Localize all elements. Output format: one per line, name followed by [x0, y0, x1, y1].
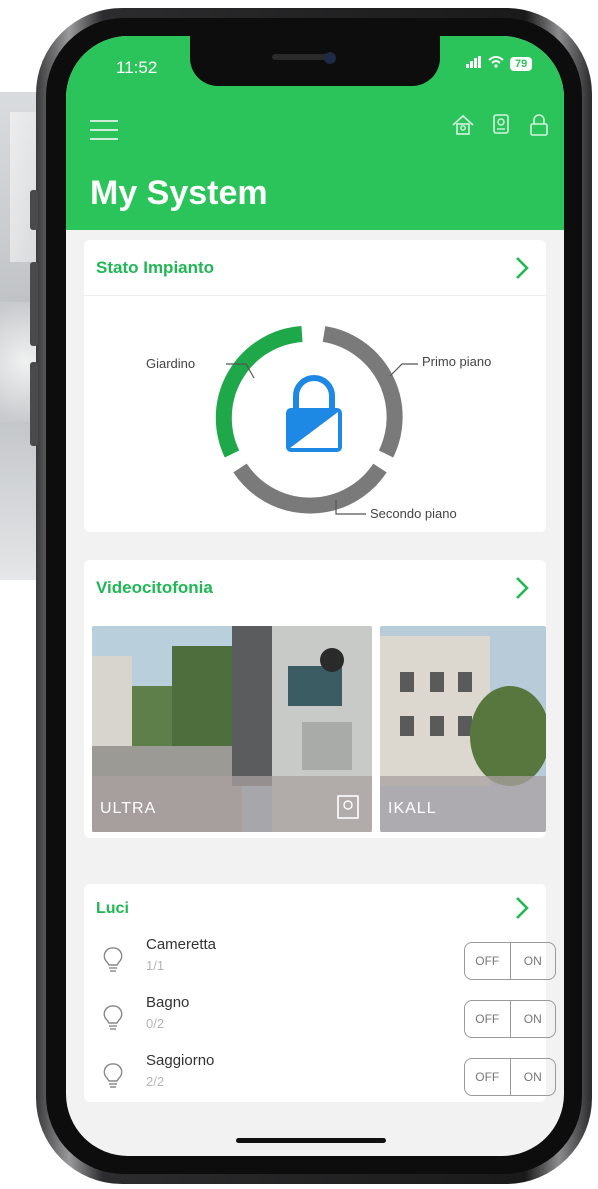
on-button[interactable]: ON — [511, 943, 556, 979]
intercom-icon[interactable] — [488, 112, 514, 138]
house-alarm-icon[interactable] — [450, 112, 476, 138]
light-row-bagno: Bagno 0/2 OFF ON — [84, 990, 556, 1048]
padlock-icon — [286, 375, 342, 452]
videocitofonia-card: Videocitofonia ULTRA IKALL — [84, 560, 546, 838]
lightbulb-icon — [103, 1063, 123, 1088]
light-room-count: 1/1 — [146, 958, 165, 973]
zone-label-secondo-piano: Secondo piano — [370, 506, 457, 521]
luci-header[interactable]: Luci — [84, 884, 546, 930]
phone-speaker — [272, 54, 332, 60]
alarm-status-diagram: Giardino Primo piano Secondo piano — [84, 296, 546, 530]
zone-label-giardino: Giardino — [146, 356, 196, 371]
chevron-right-icon[interactable] — [510, 254, 534, 282]
light-room-name: Saggiorno — [146, 1052, 215, 1069]
light-room-name: Bagno — [146, 994, 190, 1011]
light-room-count: 0/2 — [146, 1016, 165, 1031]
chevron-right-icon[interactable] — [510, 894, 534, 922]
light-room-name: Cameretta — [146, 936, 217, 953]
light-toggle-cameretta: OFF ON — [464, 942, 556, 980]
signal-icon — [466, 56, 482, 71]
luci-card: Luci Cameretta 1/1 OFF ON Bagno 0/2 OFF … — [84, 884, 556, 1102]
stato-impianto-title: Stato Impianto — [96, 258, 215, 277]
light-toggle-saggiorno: OFF ON — [464, 1058, 556, 1096]
stato-impianto-header[interactable]: Stato Impianto — [84, 240, 546, 296]
header-actions — [450, 112, 552, 138]
lightbulb-icon — [103, 1005, 123, 1030]
light-row-saggiorno: Saggiorno 2/2 OFF ON — [84, 1048, 556, 1106]
light-room-count: 2/2 — [146, 1074, 165, 1089]
phone-volume-down-button — [30, 362, 38, 446]
status-time: 11:52 — [116, 58, 158, 77]
chevron-right-icon[interactable] — [510, 574, 534, 602]
video-tile-ikall[interactable]: IKALL — [380, 626, 546, 832]
off-button[interactable]: OFF — [465, 1059, 511, 1095]
lightbulb-icon — [103, 947, 123, 972]
light-toggle-bagno: OFF ON — [464, 1000, 556, 1038]
status-indicators: 79 — [466, 56, 533, 71]
off-button[interactable]: OFF — [465, 1001, 511, 1037]
luci-title: Luci — [96, 900, 129, 917]
light-row-cameretta: Cameretta 1/1 OFF ON — [84, 932, 556, 990]
phone-notch — [190, 36, 440, 86]
home-indicator[interactable] — [236, 1138, 386, 1143]
stato-impianto-card: Stato Impianto Giardino Primo piano Seco… — [84, 240, 546, 532]
off-button[interactable]: OFF — [465, 943, 511, 979]
phone-mute-button — [30, 190, 38, 230]
zone-label-primo-piano: Primo piano — [422, 354, 492, 369]
menu-icon[interactable] — [90, 120, 118, 140]
lock-icon[interactable] — [526, 112, 552, 138]
alarm-zone-ring — [215, 326, 418, 515]
battery-indicator: 79 — [510, 56, 533, 71]
video-tile-label: ULTRA — [100, 800, 157, 817]
phone-camera — [324, 52, 336, 64]
videocitofonia-title: Videocitofonia — [96, 578, 213, 597]
on-button[interactable]: ON — [511, 1059, 556, 1095]
video-tile-ultra[interactable]: ULTRA — [92, 626, 372, 832]
stage: 11:52 79 My System Stato Impianto Giardi… — [0, 0, 598, 1189]
phone-volume-up-button — [30, 262, 38, 346]
video-tile-label: IKALL — [388, 800, 437, 817]
zone-arc-secondo-piano[interactable] — [233, 463, 387, 514]
app-screen: 11:52 79 My System Stato Impianto Giardi… — [66, 36, 564, 1156]
videocitofonia-header[interactable]: Videocitofonia — [84, 560, 546, 616]
page-title: My System — [90, 174, 268, 212]
on-button[interactable]: ON — [511, 1001, 556, 1037]
wifi-icon — [488, 56, 504, 71]
